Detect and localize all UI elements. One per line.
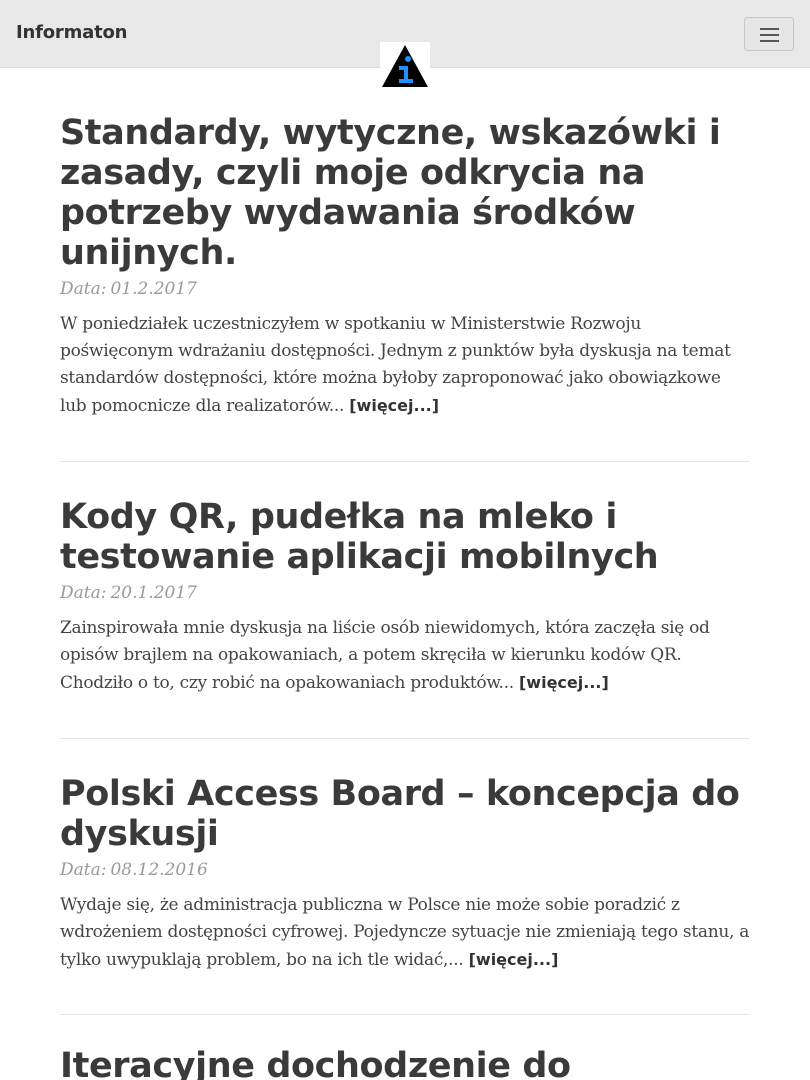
hamburger-menu-icon (760, 40, 779, 42)
read-more-link[interactable]: [więcej...] (349, 396, 439, 415)
post-excerpt: Zainspirowała mnie dyskusja na liście os… (60, 615, 750, 697)
post-item: Standardy, wytyczne, wskazówki i zasady,… (60, 113, 750, 420)
post-title-link[interactable]: Polski Access Board – koncepcja do dysku… (60, 774, 750, 854)
site-logo[interactable] (380, 42, 430, 88)
post-divider (60, 1014, 750, 1015)
information-triangle-logo-icon (382, 45, 428, 87)
post-date-label: Data: (60, 860, 107, 880)
post-date-label: Data: (60, 279, 107, 299)
post-title-link[interactable]: Standardy, wytyczne, wskazówki i zasady,… (60, 113, 750, 273)
post-item: Iteracyjne dochodzenie do (60, 1046, 750, 1080)
post-date: Data: 08.12.2016 (60, 858, 750, 882)
post-item: Polski Access Board – koncepcja do dysku… (60, 774, 750, 974)
read-more-link[interactable]: [więcej...] (469, 950, 559, 969)
brand-link[interactable]: Informaton (16, 22, 127, 43)
post-excerpt-text: Wydaje się, że administracja publiczna w… (60, 895, 750, 970)
menu-toggle-button[interactable] (744, 17, 794, 51)
post-date-value: 20.1.2017 (110, 583, 197, 603)
post-item: Kody QR, pudełka na mleko i testowanie a… (60, 497, 750, 697)
post-excerpt: Wydaje się, że administracja publiczna w… (60, 892, 750, 974)
post-excerpt: W poniedziałek uczestniczyłem w spotkani… (60, 311, 750, 420)
post-date-label: Data: (60, 583, 107, 603)
post-excerpt-text: Zainspirowała mnie dyskusja na liście os… (60, 618, 710, 693)
read-more-link[interactable]: [więcej...] (519, 673, 609, 692)
post-date: Data: 20.1.2017 (60, 581, 750, 605)
post-divider (60, 738, 750, 739)
post-date-value: 01.2.2017 (110, 279, 197, 299)
hamburger-menu-icon (760, 28, 779, 30)
post-date: Data: 01.2.2017 (60, 277, 750, 301)
post-title-link[interactable]: Iteracyjne dochodzenie do (60, 1046, 750, 1080)
hamburger-menu-icon (760, 34, 779, 36)
post-date-value: 08.12.2016 (110, 860, 208, 880)
post-divider (60, 461, 750, 462)
post-title-link[interactable]: Kody QR, pudełka na mleko i testowanie a… (60, 497, 750, 577)
